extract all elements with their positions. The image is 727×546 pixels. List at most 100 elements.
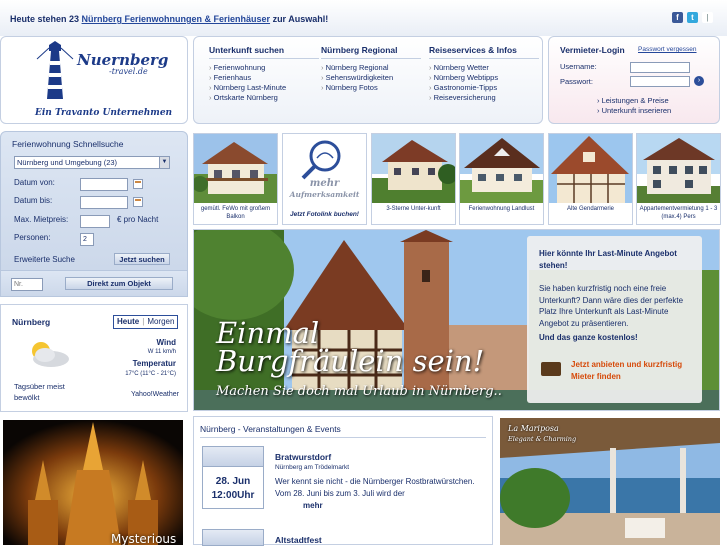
login-submit-icon[interactable]: › bbox=[694, 76, 704, 86]
event-name[interactable]: Altstadtfest bbox=[275, 535, 322, 545]
listing-photo bbox=[372, 134, 455, 203]
nav-link-ferienwohnung[interactable]: Ferienwohnung bbox=[209, 63, 319, 73]
quick-search-panel: Ferienwohnung Schnellsuche Nürnberg und … bbox=[0, 131, 188, 271]
event-name[interactable]: Bratwurstdorf bbox=[275, 452, 331, 462]
login-link-advertise[interactable]: › Unterkunft inserieren bbox=[597, 106, 671, 116]
listing-caption: Alte Gendarmerie bbox=[566, 206, 615, 212]
listing-photo bbox=[549, 134, 632, 203]
advanced-search-link[interactable]: Erweiterte Suche bbox=[14, 255, 75, 264]
suitcase-icon bbox=[541, 362, 561, 376]
max-rent-label: Max. Mietpreis: bbox=[14, 215, 69, 224]
nav-column-services: Reiseservices & Infos Nürnberg Wetter Nü… bbox=[429, 45, 539, 103]
nav-column-title: Nürnberg Regional bbox=[321, 45, 421, 59]
nav-column-regional: Nürnberg Regional Nürnberg Regional Sehe… bbox=[321, 45, 421, 93]
nav-link-weather[interactable]: Nürnberg Wetter bbox=[429, 63, 539, 73]
wind-label: Wind bbox=[156, 338, 176, 347]
listing-thumb-3[interactable]: 3-Sterne Unter-kunft bbox=[371, 133, 456, 225]
password-input[interactable] bbox=[630, 76, 690, 87]
twitter-icon[interactable]: t bbox=[687, 12, 698, 23]
hero-headline-2: Burgfräulein sein! bbox=[216, 344, 485, 378]
event-date-card bbox=[202, 529, 264, 546]
direct-to-object-button[interactable]: Direkt zum Objekt bbox=[65, 277, 173, 290]
listing-thumb-6[interactable]: Appartementvermietung 1 - 3 (max.4) Pers bbox=[636, 133, 721, 225]
event-time: 12:00Uhr bbox=[211, 490, 255, 501]
listing-thumb-5[interactable]: Alte Gendarmerie bbox=[548, 133, 633, 225]
region-select[interactable]: Nürnberg und Umgebung (23) bbox=[14, 156, 170, 169]
lighthouse-icon bbox=[36, 41, 74, 99]
nav-link-webtips[interactable]: Nürnberg Webtipps bbox=[429, 73, 539, 83]
event-date: 28. Jun bbox=[215, 476, 251, 487]
events-panel: Nürnberg - Veranstaltungen & Events 28. … bbox=[193, 416, 493, 546]
username-label: Username: bbox=[560, 62, 597, 71]
facebook-icon[interactable]: f bbox=[672, 12, 683, 23]
weather-widget: Nürnberg Heute | Morgen Wind W 11 km/h Tem… bbox=[0, 304, 188, 412]
listing-caption: Ferienwohnung Landlust bbox=[468, 206, 535, 212]
social-links: f t | bbox=[672, 12, 713, 23]
date-from-input[interactable] bbox=[80, 178, 128, 191]
main-navigation: Unterkunft suchen Ferienwohnung Ferienha… bbox=[193, 36, 543, 124]
weather-city: Nürnberg bbox=[12, 317, 51, 327]
login-title: Vermieter-Login bbox=[560, 45, 625, 55]
event-description: Wer kennt sie nicht - die Nürnberger Ros… bbox=[275, 477, 475, 498]
direct-object-panel: Nr. Direkt zum Objekt bbox=[0, 271, 188, 297]
photo-link-cta: Jetzt Fotolink buchen! bbox=[290, 211, 359, 218]
nav-link-ortskarte[interactable]: Ortskarte Nürnberg bbox=[209, 93, 319, 103]
object-number-input[interactable]: Nr. bbox=[11, 278, 43, 291]
last-minute-promo: Hier könnte Ihr Last-Minute Angebot steh… bbox=[527, 236, 702, 403]
password-label: Passwort: bbox=[560, 77, 593, 86]
nav-link-photos[interactable]: Nürnberg Fotos bbox=[321, 83, 421, 93]
event-date-card: 28. Jun 12:00Uhr bbox=[202, 446, 264, 509]
login-link-prices[interactable]: › Leistungen & Preise bbox=[597, 96, 669, 106]
forgot-password-link[interactable]: Passwort vergessen bbox=[638, 46, 697, 53]
landlord-login: Vermieter-Login Passwort vergessen Usern… bbox=[548, 36, 720, 124]
magnifier-icon bbox=[301, 140, 341, 180]
tab-today[interactable]: Heute bbox=[117, 316, 139, 328]
nav-link-gastronomy[interactable]: Gastronomie-Tipps bbox=[429, 83, 539, 93]
login-link-advertise-label: Unterkunft inserieren bbox=[601, 106, 672, 115]
share-icon[interactable]: | bbox=[702, 12, 713, 23]
nav-link-regional[interactable]: Nürnberg Regional bbox=[321, 63, 421, 73]
hotel-brand: La Mariposa bbox=[508, 424, 559, 433]
calendar-icon[interactable] bbox=[133, 179, 143, 189]
availability-link[interactable]: Nürnberg Ferienwohnungen & Ferienhäuser bbox=[82, 14, 271, 24]
listing-caption: 3-Sterne Unter-kunft bbox=[386, 206, 441, 212]
availability-prefix: Heute stehen 23 bbox=[10, 14, 82, 24]
listing-photo bbox=[194, 134, 277, 203]
quick-search-title: Ferienwohnung Schnellsuche bbox=[12, 139, 124, 149]
tab-tomorrow[interactable]: Morgen bbox=[147, 316, 174, 328]
login-link-prices-label: Leistungen & Preise bbox=[601, 96, 669, 105]
site-logo[interactable]: Nuernberg -travel.de Ein Travanto Untern… bbox=[0, 36, 188, 124]
weather-source[interactable]: Yahoo!Weather bbox=[131, 391, 179, 398]
search-button[interactable]: Jetzt suchen bbox=[114, 253, 170, 265]
nav-column-title: Unterkunft suchen bbox=[209, 45, 319, 59]
hotel-tagline: Elegant & Charming bbox=[508, 435, 577, 443]
username-input[interactable] bbox=[630, 62, 690, 73]
listing-photo bbox=[637, 134, 720, 203]
persons-input[interactable]: 2 bbox=[80, 233, 94, 246]
availability-message: Heute stehen 23 Nürnberg Ferienwohnungen… bbox=[10, 14, 328, 24]
availability-suffix: zur Auswahl! bbox=[270, 14, 329, 24]
thailand-ad[interactable]: Mysterious bbox=[3, 420, 183, 545]
date-from-label: Datum von: bbox=[14, 178, 55, 187]
offer-now-link[interactable]: Jetzt anbieten und kurzfristig Mieter fi… bbox=[571, 359, 699, 383]
per-night-label: € pro Nacht bbox=[117, 215, 159, 224]
listing-caption: gemütl. FeWo mit großem Balkon bbox=[200, 206, 271, 220]
nav-link-last-minute[interactable]: Nürnberg Last-Minute bbox=[209, 83, 319, 93]
nav-link-ferienhaus[interactable]: Ferienhaus bbox=[209, 73, 319, 83]
max-rent-input[interactable] bbox=[80, 215, 110, 228]
event-more-link[interactable]: mehr bbox=[303, 501, 323, 510]
chevron-down-icon[interactable]: ▼ bbox=[159, 156, 170, 169]
nav-link-insurance[interactable]: Reiseversicherung bbox=[429, 93, 539, 103]
nav-link-sights[interactable]: Sehenswürdigkeiten bbox=[321, 73, 421, 83]
listing-photo bbox=[460, 134, 543, 203]
listing-thumb-4[interactable]: Ferienwohnung Landlust bbox=[459, 133, 544, 225]
listing-thumb-1[interactable]: gemütl. FeWo mit großem Balkon bbox=[193, 133, 278, 225]
promo-body: Sie haben kurzfristig noch eine freie Un… bbox=[539, 284, 684, 328]
ad-text: Mysterious bbox=[111, 532, 177, 545]
calendar-icon[interactable] bbox=[133, 197, 143, 207]
date-to-input[interactable] bbox=[80, 196, 128, 209]
events-divider bbox=[200, 437, 486, 438]
partly-cloudy-icon bbox=[32, 342, 69, 367]
photo-link-ad[interactable]: mehr Aufmerksamkeit Jetzt Fotolink buche… bbox=[282, 133, 367, 225]
hotel-ad[interactable]: La Mariposa Elegant & Charming bbox=[500, 418, 720, 545]
